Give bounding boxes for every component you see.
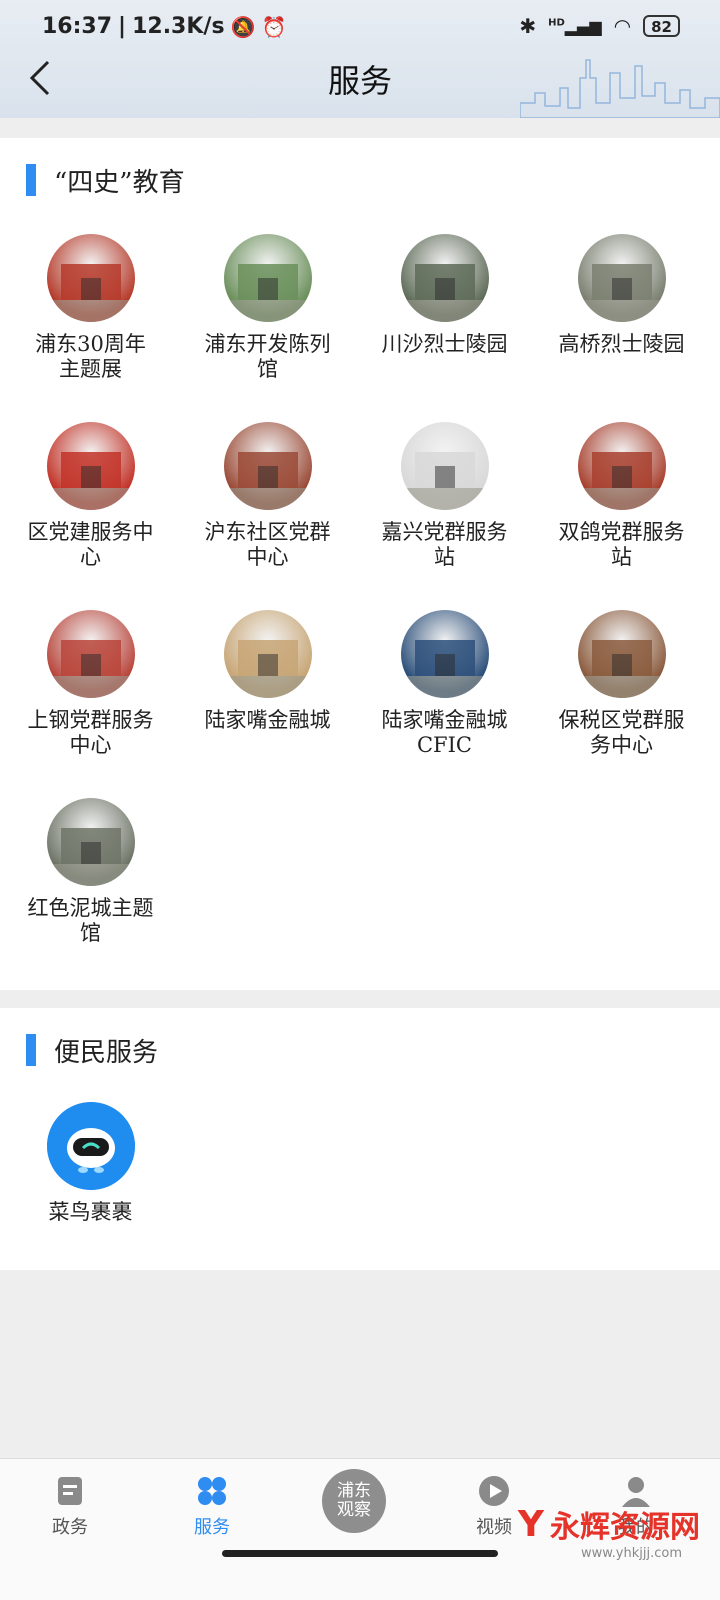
tab-government[interactable]: 政务: [10, 1475, 130, 1539]
service-item[interactable]: 浦东开发陈列馆: [179, 234, 356, 422]
home-indicator[interactable]: [222, 1550, 498, 1557]
exhibition-photo: [46, 234, 135, 322]
service-grid: 菜鸟裹裹: [0, 1102, 720, 1225]
service-item-label: 陆家嘴金融城CFIC: [381, 708, 508, 757]
section-four-histories: “四史”教育 浦东30周年主题展 浦东开发陈列馆 川沙烈士陵园 高桥烈士陵园区党建服务…: [0, 138, 720, 990]
wifi-icon: ◠: [613, 14, 632, 38]
memorial-photo: [577, 234, 666, 322]
service-item[interactable]: 双鸽党群服务站: [533, 422, 710, 610]
alarm-icon: ⏰: [261, 14, 287, 39]
building-photo: [223, 234, 312, 322]
service-item-label: 红色泥城主题馆: [27, 896, 154, 945]
service-item-label: 浦东30周年主题展: [35, 332, 146, 381]
service-item[interactable]: 保税区党群服务中心: [533, 610, 710, 798]
white-wall-photo: [400, 422, 489, 510]
skyline-decoration: [520, 59, 720, 118]
cainiao-logo: [46, 1102, 135, 1190]
grid-icon: [198, 1477, 226, 1505]
status-bar: 16:37 | 12.3K/s 🔕 ⏰ ✱ HD▂▄▆ ◠ 82: [0, 10, 720, 46]
service-item-label: 保税区党群服务中心: [558, 708, 685, 757]
cemetery-photo: [400, 234, 489, 322]
status-net-speed: 12.3K/s: [132, 14, 225, 39]
battery-indicator: 82: [643, 15, 680, 37]
brick-building-photo: [223, 422, 312, 510]
document-icon: [58, 1477, 82, 1505]
service-item[interactable]: 高桥烈士陵园: [533, 234, 710, 422]
gate-photo: [46, 798, 135, 886]
bluetooth-icon: ✱: [519, 14, 537, 38]
stage-photo: [400, 610, 489, 698]
section-accent-bar: [26, 164, 36, 196]
status-time: 16:37: [42, 14, 113, 39]
red-room-photo: [577, 422, 666, 510]
mute-icon: 🔕: [230, 14, 256, 39]
service-item[interactable]: 嘉兴党群服务站: [356, 422, 533, 610]
service-item[interactable]: 上钢党群服务中心: [2, 610, 179, 798]
section-accent-bar: [26, 1034, 36, 1066]
service-item-label: 川沙烈士陵园: [381, 332, 508, 356]
section-title: 便民服务: [54, 1037, 159, 1068]
service-item-cainiao[interactable]: 菜鸟裹裹: [2, 1102, 179, 1225]
service-item[interactable]: 川沙烈士陵园: [356, 234, 533, 422]
hall-photo: [46, 422, 135, 510]
service-item-label: 浦东开发陈列馆: [204, 332, 331, 381]
tab-services[interactable]: 服务: [152, 1475, 272, 1539]
service-item-label: 区党建服务中心: [27, 520, 154, 569]
service-grid: 浦东30周年主题展 浦东开发陈列馆 川沙烈士陵园 高桥烈士陵园区党建服务中心 沪东社区党…: [0, 234, 720, 986]
signal-icon: HD▂▄▆: [548, 16, 602, 36]
watermark-url: www.yhkjjj.com: [580, 1546, 682, 1561]
service-item-label: 高桥烈士陵园: [558, 332, 685, 356]
pudong-observe-logo[interactable]: 浦东观察: [322, 1469, 386, 1533]
service-item[interactable]: 区党建服务中心: [2, 422, 179, 610]
red-facade-photo: [46, 610, 135, 698]
service-item-label: 上钢党群服务中心: [27, 708, 154, 757]
section-convenience: 便民服务 菜鸟裹裹: [0, 1008, 720, 1270]
lobby-photo: [223, 610, 312, 698]
app-header: 16:37 | 12.3K/s 🔕 ⏰ ✱ HD▂▄▆ ◠ 82 服务: [0, 0, 720, 118]
section-title: “四史”教育: [54, 167, 185, 198]
service-item-label: 嘉兴党群服务站: [381, 520, 508, 569]
service-item-label: 陆家嘴金融城: [204, 708, 331, 732]
service-item-label: 双鸽党群服务站: [558, 520, 685, 569]
entrance-photo: [577, 610, 666, 698]
service-item-label: 沪东社区党群中心: [204, 520, 331, 569]
watermark-logo: Y 永辉资源网: [517, 1503, 700, 1546]
play-icon: [479, 1476, 509, 1506]
service-item-label: 菜鸟裹裹: [48, 1200, 133, 1224]
service-item[interactable]: 红色泥城主题馆: [2, 798, 179, 986]
service-item[interactable]: 浦东30周年主题展: [2, 234, 179, 422]
service-item[interactable]: 陆家嘴金融城: [179, 610, 356, 798]
watermark-mark-icon: Y: [517, 1503, 544, 1545]
service-item[interactable]: 沪东社区党群中心: [179, 422, 356, 610]
service-item[interactable]: 陆家嘴金融城CFIC: [356, 610, 533, 798]
